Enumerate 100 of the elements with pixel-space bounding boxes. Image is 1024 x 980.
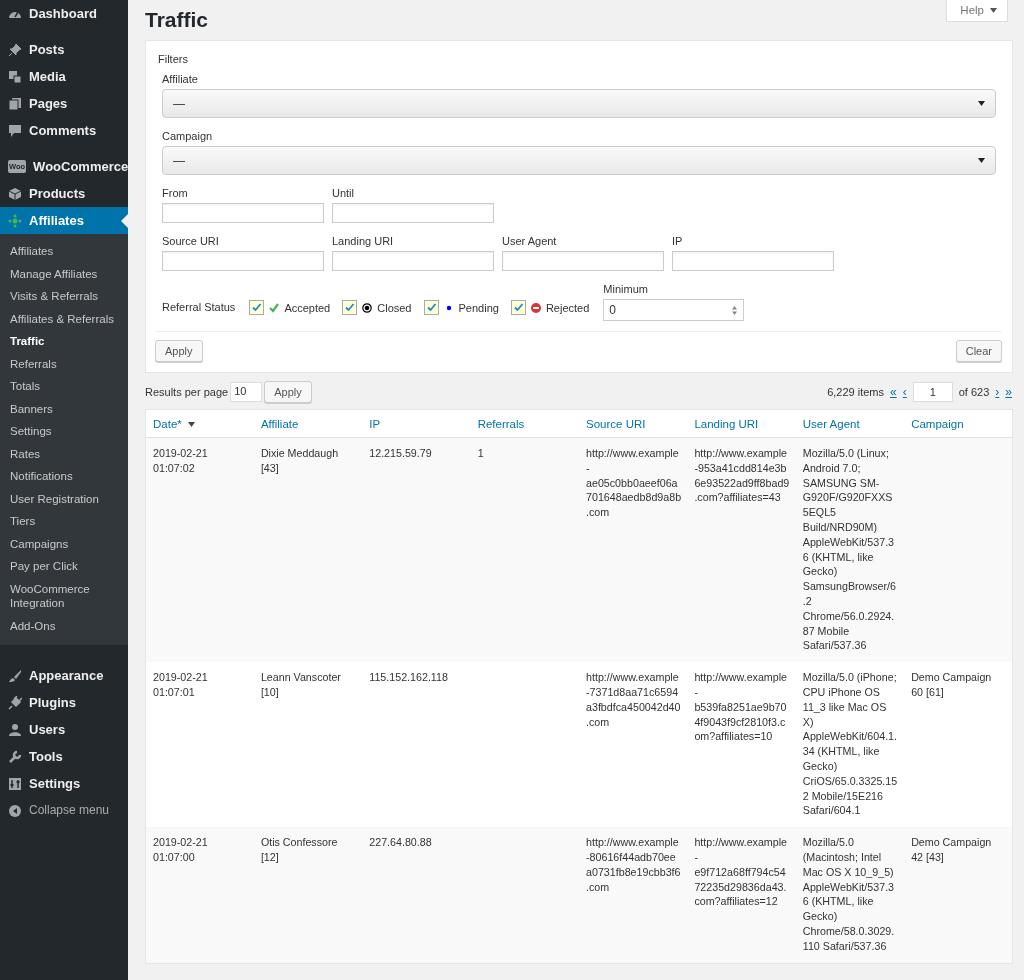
field-label: Referral Status	[162, 301, 236, 315]
column-header-link[interactable]: Affiliate	[260, 418, 299, 430]
submenu-item[interactable]: Notifications	[0, 465, 128, 488]
pages-icon	[8, 96, 22, 111]
previous-page-link[interactable]: ‹	[902, 385, 907, 399]
caret-icon	[978, 101, 985, 106]
table-cell: 115.152.162.118	[362, 662, 471, 828]
menu-item[interactable]: Users	[0, 716, 128, 743]
table-cell: Demo Campaign 60 [61]	[904, 662, 1013, 828]
plug-icon	[8, 695, 22, 710]
table-cell: Mozilla/5.0 (Macintosh; Intel Mac OS X 10_9_5) AppleWebKit/537.36 (KHTML, like Gecko) Chrome/58.0.3029.110 Safari/537.36	[795, 827, 905, 963]
target-circle-icon	[362, 302, 373, 313]
submenu-item[interactable]: WooCommerce Integration	[0, 577, 128, 615]
sliders-icon	[8, 776, 22, 791]
submenu-item[interactable]: Affiliates	[0, 240, 128, 263]
table-cell: 2019-02-21 01:07:00	[145, 827, 254, 963]
field-label: Until	[332, 187, 355, 199]
check-icon	[269, 302, 280, 313]
filters-heading: Filters	[158, 53, 189, 65]
page-number-field[interactable]: 1	[912, 382, 953, 402]
submenu-item[interactable]: User Registration	[0, 487, 128, 510]
column-header-link[interactable]: User Agent	[802, 418, 860, 430]
menu-item[interactable]: Tools	[0, 743, 128, 770]
menu-item[interactable]: Posts	[0, 36, 128, 63]
input-field[interactable]	[162, 203, 324, 223]
input-field[interactable]	[162, 251, 324, 271]
next-page-link[interactable]: ›	[995, 385, 1000, 399]
submenu-item[interactable]: Rates	[0, 442, 128, 465]
submenu-item[interactable]: Add-Ons	[0, 614, 128, 637]
table-cell: Otis Confessore [12]	[253, 827, 363, 963]
checkbox-label: Closed	[377, 301, 412, 314]
column-header-link[interactable]: Date*	[153, 418, 182, 430]
speech-bubble-icon	[8, 123, 22, 138]
collapse-icon	[8, 803, 22, 818]
field-label: Landing URI	[332, 235, 395, 247]
column-header-link[interactable]: Source URI	[586, 418, 646, 430]
caret-icon	[990, 7, 997, 13]
user-icon	[8, 722, 22, 737]
column-header-link[interactable]: IP	[369, 418, 381, 430]
dropdown-field[interactable]: —	[162, 89, 996, 118]
field-label: From	[162, 187, 189, 199]
column-header-link[interactable]: Campaign	[911, 418, 964, 430]
column-header-link[interactable]: Landing URI	[694, 418, 759, 430]
apply-button[interactable]: Apply	[264, 381, 312, 403]
menu-item[interactable]: Comments	[0, 117, 128, 144]
menu-item[interactable]: Plugins	[0, 689, 128, 716]
last-page-link[interactable]: »	[1005, 385, 1012, 399]
menu-item[interactable]: Media	[0, 63, 128, 90]
checkbox[interactable]	[510, 300, 526, 315]
table-cell: http://www.example-7371d8aa71c6594a3fbdfca450042d40.com	[579, 662, 688, 828]
apply-button[interactable]: Apply	[155, 340, 203, 362]
input-field[interactable]	[672, 251, 834, 271]
menu-item[interactable]: Products	[0, 180, 128, 207]
checkbox[interactable]	[342, 300, 358, 315]
collapse-menu-button[interactable]: Collapse menu	[0, 797, 128, 824]
submenu-item[interactable]: Banners	[0, 397, 128, 420]
items-count: 6,229 items	[827, 386, 885, 398]
menu-item[interactable]: Pages	[0, 90, 128, 117]
submenu-item[interactable]: Traffic	[0, 330, 128, 353]
results-per-page-field[interactable]: 10	[230, 382, 263, 402]
input-field[interactable]	[502, 251, 664, 271]
menu-item[interactable]: Dashboard	[0, 0, 128, 27]
results-per-page-label: Results per page	[145, 386, 229, 398]
field-label: Campaign	[162, 130, 214, 142]
submenu-item[interactable]: Settings	[0, 420, 128, 443]
network-icon	[8, 213, 22, 228]
input-field[interactable]	[332, 203, 494, 223]
dropdown-field[interactable]: —	[162, 146, 996, 175]
column-header-link[interactable]: Referrals	[477, 418, 525, 430]
submenu-item[interactable]: Tiers	[0, 510, 128, 533]
checkbox[interactable]	[249, 300, 265, 315]
submenu-item[interactable]: Affiliates & Referrals	[0, 307, 128, 330]
menu-item[interactable]: Affiliates	[0, 207, 128, 234]
caret-icon	[978, 158, 985, 163]
submenu-item[interactable]: Manage Affiliates	[0, 262, 128, 285]
field-label: Source URI	[162, 235, 220, 247]
number-field[interactable]: 0	[603, 299, 745, 321]
checkbox[interactable]	[423, 300, 439, 315]
table-cell: 2019-02-21 01:07:02	[145, 437, 254, 663]
clear-button[interactable]: Clear	[955, 340, 1002, 362]
submenu-item[interactable]: Visits & Referrals	[0, 285, 128, 308]
submenu-item[interactable]: Pay per Click	[0, 555, 128, 578]
no-entry-icon	[530, 302, 541, 313]
first-page-link[interactable]: «	[890, 385, 897, 399]
submenu-item[interactable]: Totals	[0, 375, 128, 398]
page-title: Traffic	[145, 8, 209, 32]
menu-item[interactable]: Appearance	[0, 662, 128, 689]
table-cell: 227.64.80.88	[362, 827, 471, 963]
table-cell: http://www.example-80616f44adb70eea0731fb8e19cbb3f6.com	[579, 827, 688, 963]
submenu-item[interactable]: Campaigns	[0, 532, 128, 555]
checkbox-label: Rejected	[545, 301, 590, 314]
checkbox-label: Accepted	[284, 301, 331, 314]
field-label: Affiliate	[162, 73, 199, 85]
table-cell: http://www.example-953a41cdd814e3b6e93522ad9ff8bad9.com?affiliates=43	[687, 437, 796, 663]
menu-item[interactable]: Settings	[0, 770, 128, 797]
submenu-item[interactable]: Referrals	[0, 352, 128, 375]
table-cell: Leann Vanscoter [10]	[253, 662, 363, 828]
input-field[interactable]	[332, 251, 494, 271]
help-button[interactable]: Help	[946, 0, 1008, 22]
sort-caret-icon	[187, 421, 195, 427]
